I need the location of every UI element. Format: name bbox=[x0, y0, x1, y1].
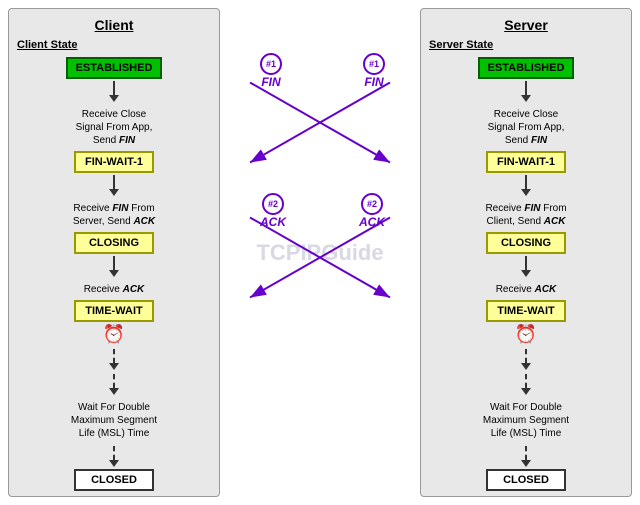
client-clock-icon: ⏰ bbox=[103, 324, 125, 345]
packet-1-type-server: FIN bbox=[364, 75, 383, 89]
server-clock-icon: ⏰ bbox=[515, 324, 537, 345]
arrow-4 bbox=[109, 349, 119, 370]
packet-2-type-server: ACK bbox=[359, 215, 385, 229]
packet-2-server: #2 ACK bbox=[359, 193, 385, 229]
client-state-closed: CLOSED bbox=[74, 469, 154, 491]
server-arrow-4 bbox=[521, 349, 531, 370]
server-arrow-5 bbox=[521, 446, 531, 467]
arrow-3 bbox=[109, 256, 119, 277]
server-desc-1: Receive CloseSignal From App,Send FIN bbox=[488, 108, 565, 147]
server-state-fin-wait-1: FIN-WAIT-1 bbox=[486, 151, 566, 173]
packet-1-circle: #1 bbox=[260, 53, 282, 75]
packet-2-type-client: ACK bbox=[260, 215, 286, 229]
server-arrow-3 bbox=[521, 256, 531, 277]
client-panel: Client Client State ESTABLISHED Receive … bbox=[8, 8, 220, 497]
client-desc-2: Receive FIN FromServer, Send ACK bbox=[73, 202, 155, 228]
client-state-closing: CLOSING bbox=[74, 232, 154, 254]
server-arrow-4b bbox=[521, 374, 531, 395]
packet-1-client: #1 FIN bbox=[260, 53, 282, 89]
watermark: TCPIPGuide bbox=[256, 240, 383, 266]
packet-1-server: #1 FIN bbox=[363, 53, 385, 89]
server-state-closing: CLOSING bbox=[486, 232, 566, 254]
client-state-label: Client State bbox=[17, 39, 78, 51]
packet-1-server-circle: #1 bbox=[363, 53, 385, 75]
arrow-2 bbox=[109, 175, 119, 196]
server-arrow-2 bbox=[521, 175, 531, 196]
client-desc-4: Wait For DoubleMaximum SegmentLife (MSL)… bbox=[71, 401, 157, 440]
arrow-1 bbox=[109, 81, 119, 102]
packet-2-client: #2 ACK bbox=[260, 193, 286, 229]
packet-1-type-client: FIN bbox=[261, 75, 280, 89]
arrow-5 bbox=[109, 446, 119, 467]
server-state-established: ESTABLISHED bbox=[478, 57, 575, 79]
main-container: Client Client State ESTABLISHED Receive … bbox=[0, 0, 640, 505]
client-title: Client bbox=[95, 17, 134, 33]
server-arrow-1 bbox=[521, 81, 531, 102]
server-desc-3: Receive ACK bbox=[496, 283, 557, 296]
server-state-label: Server State bbox=[429, 39, 493, 51]
packet-2-server-circle: #2 bbox=[361, 193, 383, 215]
server-desc-2: Receive FIN FromClient, Send ACK bbox=[485, 202, 566, 228]
server-state-time-wait: TIME-WAIT bbox=[486, 300, 566, 322]
packet-2-circle: #2 bbox=[262, 193, 284, 215]
server-desc-4: Wait For DoubleMaximum SegmentLife (MSL)… bbox=[483, 401, 569, 440]
client-desc-3: Receive ACK bbox=[84, 283, 145, 296]
client-state-established: ESTABLISHED bbox=[66, 57, 163, 79]
middle-area: TCPIPGuide #1 FIN #1 F bbox=[230, 8, 410, 497]
arrow-4b bbox=[109, 374, 119, 395]
server-panel: Server Server State ESTABLISHED Receive … bbox=[420, 8, 632, 497]
client-desc-1: Receive CloseSignal From App,Send FIN bbox=[76, 108, 153, 147]
client-state-time-wait: TIME-WAIT bbox=[74, 300, 154, 322]
server-title: Server bbox=[504, 17, 548, 33]
client-state-fin-wait-1: FIN-WAIT-1 bbox=[74, 151, 154, 173]
server-state-closed: CLOSED bbox=[486, 469, 566, 491]
